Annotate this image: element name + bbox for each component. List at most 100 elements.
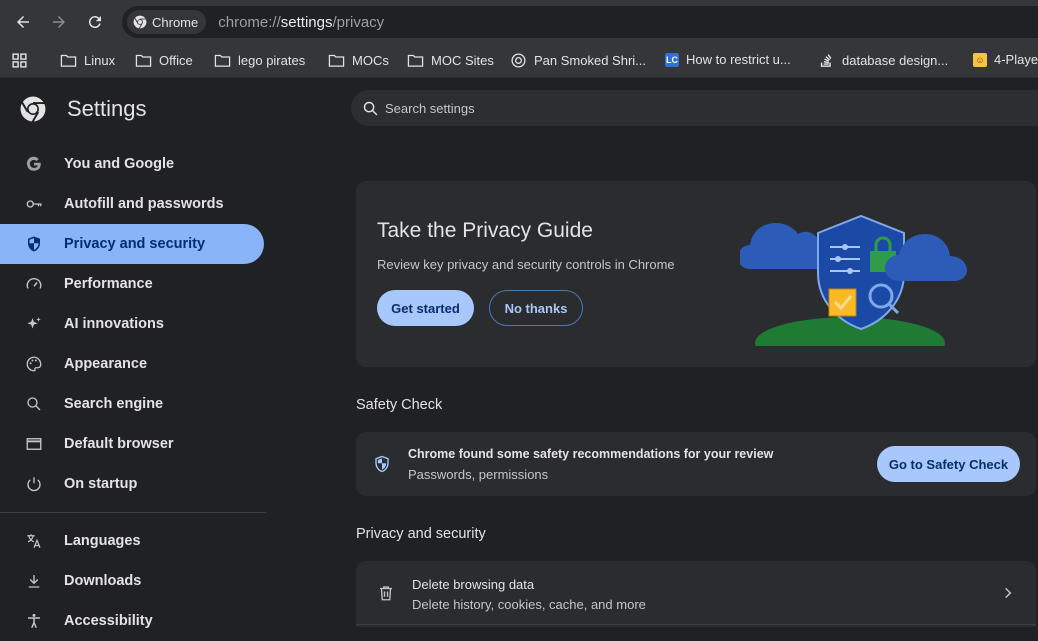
- sidebar-item-search-engine[interactable]: Search engine: [0, 384, 264, 424]
- sidebar-item-label: On startup: [64, 476, 138, 492]
- folder-icon: [407, 54, 424, 67]
- chrome-logo-icon: [133, 15, 147, 29]
- accessibility-icon: [24, 611, 44, 631]
- sidebar-item-performance[interactable]: Performance: [0, 264, 264, 304]
- bookmark-label: lego pirates: [238, 53, 306, 68]
- bookmark-pan-smoked-shrimp[interactable]: Pan Smoked Shri...: [510, 52, 646, 69]
- bookmark-label: 4-Playe: [994, 52, 1038, 67]
- sidebar-item-privacy-and-security[interactable]: Privacy and security: [0, 224, 264, 264]
- privacy-guide-subtitle: Review key privacy and security controls…: [377, 257, 675, 272]
- lc-badge-icon: LC: [665, 52, 679, 67]
- bookmark-mocs[interactable]: MOCs: [328, 52, 389, 69]
- bookmark-label: Linux: [84, 53, 116, 68]
- apps-button[interactable]: [11, 52, 28, 69]
- chevron-right-icon: [1005, 587, 1012, 599]
- bookmark-how-to-restrict[interactable]: LC How to restrict u...: [665, 52, 791, 67]
- row-divider: [356, 624, 1036, 625]
- bookmark-office[interactable]: Office: [135, 52, 193, 69]
- sidebar-item-label: You and Google: [64, 156, 175, 172]
- get-started-button[interactable]: Get started: [377, 290, 474, 326]
- sidebar-item-label: Search engine: [64, 396, 164, 412]
- power-icon: [24, 474, 44, 494]
- bookmark-label: Pan Smoked Shri...: [534, 53, 646, 68]
- reload-icon: [88, 16, 101, 29]
- bookmark-label: How to restrict u...: [686, 52, 791, 67]
- sidebar-item-label: AI innovations: [64, 316, 164, 332]
- bookmark-4-player[interactable]: ☺ 4-Playe: [973, 52, 1038, 67]
- bookmark-label: database design...: [842, 53, 949, 68]
- search-icon: [363, 101, 378, 115]
- safety-check-details: Passwords, permissions: [408, 467, 549, 482]
- sidebar-item-languages[interactable]: Languages: [0, 521, 264, 561]
- privacy-guide-card: Take the Privacy Guide Review key privac…: [356, 181, 1036, 367]
- privacy-guide-title: Take the Privacy Guide: [377, 219, 593, 242]
- bookmark-linux[interactable]: Linux: [60, 52, 115, 69]
- safety-check-heading: Safety Check: [356, 397, 443, 413]
- privacy-guide-illustration: [740, 214, 1000, 348]
- settings-page: Settings You and Google Autofill and pas…: [0, 79, 1038, 631]
- sidebar-item-you-and-google[interactable]: You and Google: [0, 144, 264, 184]
- sidebar-item-label: Downloads: [64, 573, 142, 589]
- bookmark-moc-sites[interactable]: MOC Sites: [407, 52, 494, 69]
- sidebar-item-default-browser[interactable]: Default browser: [0, 424, 264, 464]
- forward-button[interactable]: [46, 9, 72, 35]
- browser-window-icon: [24, 434, 44, 454]
- reload-button[interactable]: [82, 9, 108, 35]
- url-suffix: /privacy: [332, 13, 385, 31]
- chip-label: Chrome: [152, 14, 199, 30]
- delete-browsing-data-row[interactable]: Delete browsing data Delete history, coo…: [356, 561, 1036, 627]
- bookmark-lego-pirates[interactable]: lego pirates: [214, 52, 305, 69]
- google-g-icon: [24, 154, 44, 174]
- chrome-page-chip[interactable]: Chrome: [127, 10, 207, 34]
- safety-check-message: Chrome found some safety recommendations…: [408, 447, 774, 461]
- sidebar-item-label: Performance: [64, 276, 153, 292]
- chrome-logo-icon: [20, 96, 46, 122]
- search-settings[interactable]: [351, 90, 1038, 126]
- row-subtitle: Delete history, cookies, cache, and more: [412, 597, 646, 612]
- safety-check-card: Chrome found some safety recommendations…: [356, 432, 1036, 496]
- sidebar-item-downloads[interactable]: Downloads: [0, 561, 264, 601]
- arrow-right-icon: [53, 16, 65, 28]
- trash-icon: [380, 586, 392, 601]
- sidebar-item-autofill[interactable]: Autofill and passwords: [0, 184, 264, 224]
- bookmark-database-design[interactable]: database design...: [818, 52, 948, 69]
- sidebar-item-label: Accessibility: [64, 613, 153, 629]
- download-icon: [24, 571, 44, 591]
- sidebar-item-label: Appearance: [64, 356, 148, 372]
- bookmark-label: MOC Sites: [431, 53, 494, 68]
- sidebar-item-appearance[interactable]: Appearance: [0, 344, 264, 384]
- site-icon: [511, 53, 526, 68]
- game-icon: ☺: [973, 52, 987, 67]
- arrow-left-icon: [17, 16, 29, 28]
- privacy-security-heading: Privacy and security: [356, 526, 486, 542]
- bookmark-label: MOCs: [352, 53, 389, 68]
- back-button[interactable]: [10, 9, 36, 35]
- apps-grid-icon: [12, 53, 27, 68]
- search-icon: [24, 394, 44, 414]
- folder-icon: [214, 54, 231, 67]
- sidebar-item-accessibility[interactable]: Accessibility: [0, 601, 264, 641]
- sidebar-item-label: Languages: [64, 533, 141, 549]
- browser-toolbar: Chrome chrome://settings/privacy: [0, 0, 1038, 44]
- sidebar-item-ai-innovations[interactable]: AI innovations: [0, 304, 264, 344]
- url-text[interactable]: chrome://settings/privacy: [218, 14, 384, 31]
- sidebar-item-label: Privacy and security: [64, 236, 206, 252]
- no-thanks-button[interactable]: No thanks: [489, 290, 583, 326]
- palette-icon: [24, 354, 44, 374]
- sidebar-divider: [0, 512, 266, 513]
- sidebar-item-label: Default browser: [64, 436, 174, 452]
- search-input[interactable]: [385, 100, 985, 116]
- url-path: settings: [280, 13, 333, 31]
- key-icon: [24, 194, 44, 214]
- translate-icon: [24, 531, 44, 551]
- url-prefix: chrome://: [218, 13, 281, 31]
- go-to-safety-check-button[interactable]: Go to Safety Check: [877, 446, 1020, 482]
- bookmark-label: Office: [159, 53, 193, 68]
- row-title: Delete browsing data: [412, 577, 535, 592]
- folder-icon: [60, 54, 77, 67]
- sparkle-icon: [24, 314, 44, 334]
- sidebar-item-on-startup[interactable]: On startup: [0, 464, 264, 504]
- bookmarks-bar: Linux Office lego pirates MOCs MOC Sites…: [0, 44, 1038, 78]
- folder-icon: [135, 54, 152, 67]
- address-bar[interactable]: Chrome chrome://settings/privacy: [122, 6, 1038, 38]
